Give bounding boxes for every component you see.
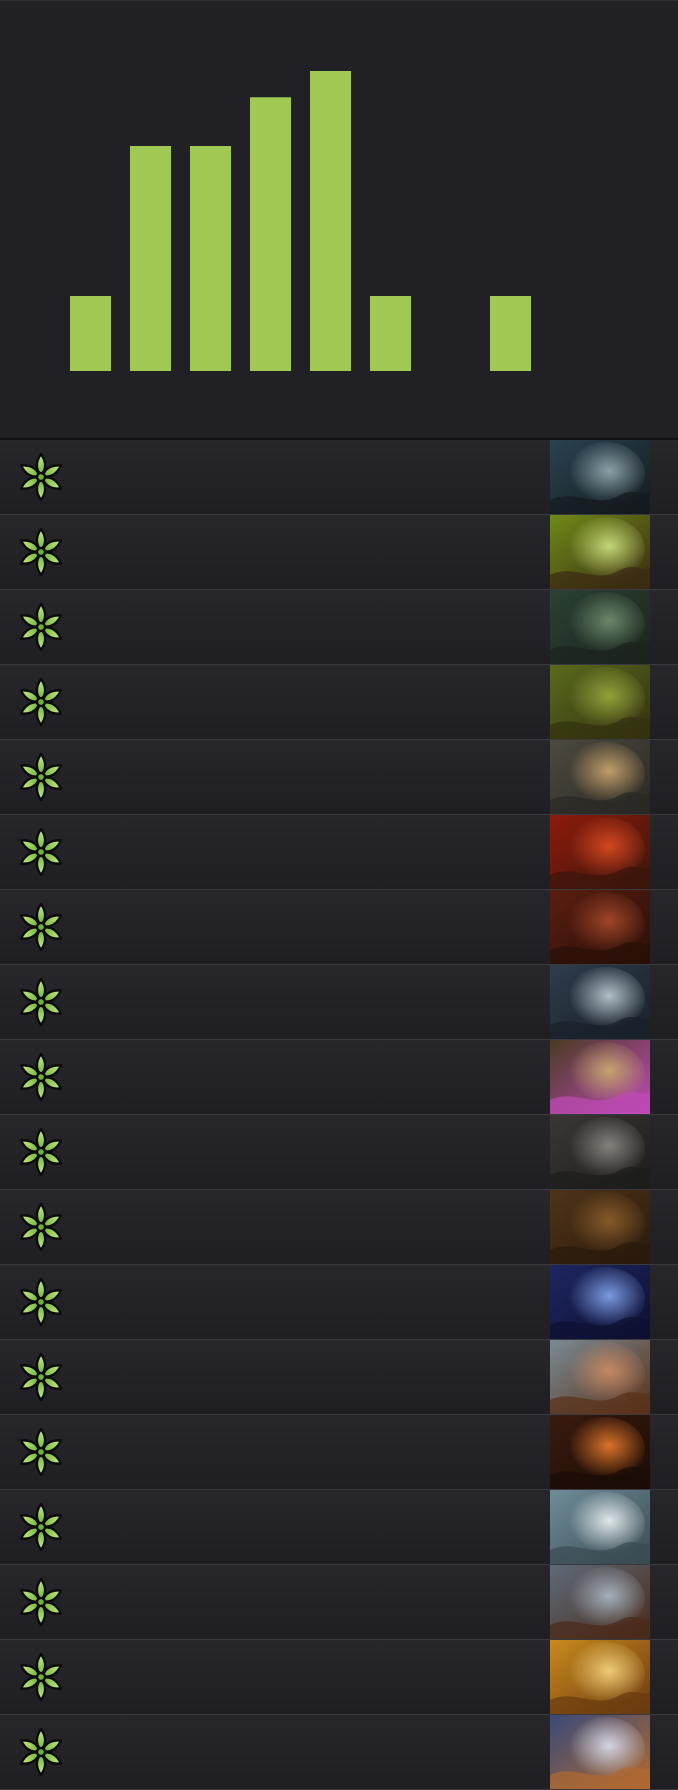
card-art-thumbnail [550, 1265, 650, 1339]
card-art-thumbnail [550, 1340, 650, 1414]
bar-cost-4 [310, 71, 351, 371]
bar-cost-2 [190, 146, 231, 371]
card-row[interactable] [0, 1340, 678, 1415]
card-art-thumbnail [550, 815, 650, 889]
neutral-leaf-icon [16, 1352, 66, 1402]
bar-cost-3 [250, 97, 291, 371]
card-row[interactable] [0, 1490, 678, 1565]
card-row[interactable] [0, 1190, 678, 1265]
mana-curve-chart [0, 0, 678, 438]
card-art-thumbnail [550, 665, 650, 739]
card-art-thumbnail [550, 740, 650, 814]
card-art-thumbnail [550, 890, 650, 964]
card-row[interactable] [0, 665, 678, 740]
card-art-thumbnail [550, 1565, 650, 1639]
neutral-leaf-icon [16, 1577, 66, 1627]
neutral-leaf-icon [16, 527, 66, 577]
neutral-leaf-icon [16, 902, 66, 952]
card-row[interactable] [0, 440, 678, 515]
card-art-thumbnail [550, 965, 650, 1039]
neutral-leaf-icon [16, 452, 66, 502]
card-row[interactable] [0, 515, 678, 590]
card-art-thumbnail [550, 590, 650, 664]
neutral-leaf-icon [16, 977, 66, 1027]
bar-cost-7 [490, 296, 531, 371]
card-art-thumbnail [550, 1190, 650, 1264]
neutral-leaf-icon [16, 1652, 66, 1702]
bar-cost-5 [370, 296, 411, 371]
card-art-thumbnail [550, 1415, 650, 1489]
card-art-thumbnail [550, 515, 650, 589]
card-row[interactable] [0, 740, 678, 815]
card-row[interactable] [0, 1640, 678, 1715]
neutral-leaf-icon [16, 1202, 66, 1252]
neutral-leaf-icon [16, 1727, 66, 1777]
neutral-leaf-icon [16, 1502, 66, 1552]
card-art-thumbnail [550, 1115, 650, 1189]
card-row[interactable] [0, 965, 678, 1040]
card-row[interactable] [0, 1265, 678, 1340]
mana-curve-svg [70, 71, 531, 371]
card-art-thumbnail [550, 1490, 650, 1564]
deck-stats-view [0, 0, 678, 1790]
card-art-thumbnail [550, 1640, 650, 1714]
bar-cost-1 [130, 146, 171, 371]
card-row[interactable] [0, 1565, 678, 1640]
neutral-leaf-icon [16, 1277, 66, 1327]
card-row[interactable] [0, 590, 678, 665]
card-art-thumbnail [550, 440, 650, 514]
card-row[interactable] [0, 1040, 678, 1115]
card-row[interactable] [0, 815, 678, 890]
neutral-leaf-icon [16, 677, 66, 727]
neutral-leaf-icon [16, 1127, 66, 1177]
neutral-leaf-icon [16, 827, 66, 877]
neutral-leaf-icon [16, 1427, 66, 1477]
neutral-leaf-icon [16, 752, 66, 802]
bar-cost-0 [70, 296, 111, 371]
card-row[interactable] [0, 890, 678, 965]
card-art-thumbnail [550, 1715, 650, 1789]
neutral-leaf-icon [16, 602, 66, 652]
card-art-thumbnail [550, 1040, 650, 1114]
deck-card-list [0, 440, 678, 1790]
card-row[interactable] [0, 1715, 678, 1790]
neutral-leaf-icon [16, 1052, 66, 1102]
card-row[interactable] [0, 1415, 678, 1490]
card-row[interactable] [0, 1115, 678, 1190]
